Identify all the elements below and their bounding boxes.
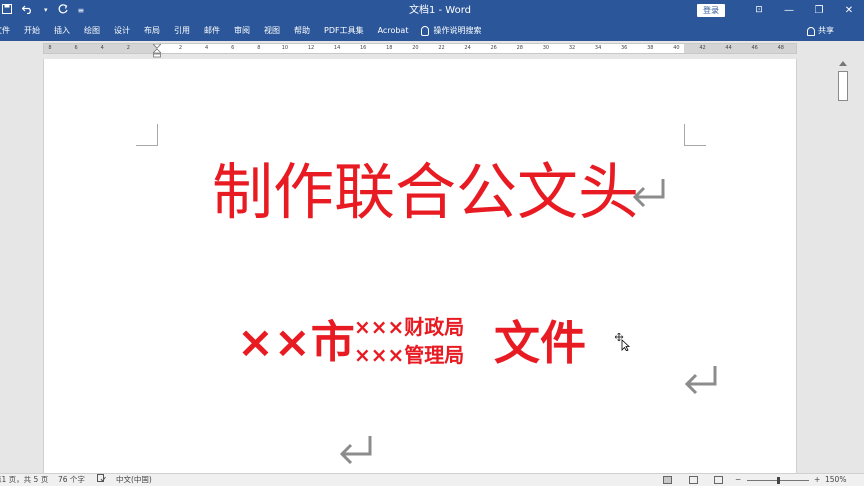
ruler-number: 14: [333, 45, 341, 51]
ribbon-display-options-icon[interactable]: ⊡: [744, 0, 774, 21]
tab-mailings[interactable]: 邮件: [197, 21, 227, 41]
minimize-icon[interactable]: —: [774, 0, 804, 21]
document-heading[interactable]: 制作联合公文头: [212, 157, 639, 229]
ruler-number: 8: [257, 45, 261, 51]
ruler-number: 18: [386, 45, 393, 51]
ruler-number: 28: [516, 45, 523, 51]
ruler-number: 44: [725, 45, 732, 51]
ruler-number: 30: [542, 45, 550, 51]
word-count[interactable]: 76 个字: [58, 474, 85, 486]
tab-draw[interactable]: 绘图: [77, 21, 107, 41]
zoom-out-button[interactable]: −: [735, 474, 741, 486]
ruler-number: 2: [126, 45, 130, 51]
masthead-doc-word: 文件: [494, 316, 586, 370]
ruler-number: 22: [438, 45, 445, 51]
ruler-number: 34: [594, 45, 602, 51]
ruler-number: 20: [412, 45, 419, 51]
ruler-number: 10: [281, 45, 289, 51]
language-indicator[interactable]: 中文(中国): [116, 474, 152, 486]
paragraph-mark-icon: [684, 366, 717, 394]
ruler-number: 4: [100, 45, 104, 51]
ribbon-tab-bar: 文件 开始 插入 绘图 设计 布局 引用 邮件 审阅 视图 帮助 PDF工具集 …: [0, 21, 864, 41]
ruler-number: 26: [490, 45, 497, 51]
save-icon[interactable]: [2, 0, 12, 21]
document-page[interactable]: 制作联合公文头 ××市 ×××财政局 ×××管理局 文件: [43, 59, 797, 473]
masthead-dept-bottom: ×××管理局: [354, 343, 465, 367]
tab-help[interactable]: 帮助: [287, 21, 317, 41]
tab-view[interactable]: 视图: [257, 21, 287, 41]
ruler-number: 24: [464, 45, 471, 51]
ribbon-tabs: 文件 开始 插入 绘图 设计 布局 引用 邮件 审阅 视图 帮助 PDF工具集 …: [0, 21, 488, 41]
page-margin-corner-top-left: [136, 124, 158, 146]
web-layout-icon[interactable]: [714, 476, 723, 484]
zoom-in-button[interactable]: +: [814, 474, 820, 486]
ruler-number: 32: [568, 45, 576, 51]
masthead-dept-top: ×××财政局: [354, 315, 465, 339]
quick-access-toolbar: ▾ ≡: [0, 0, 84, 21]
share-label: 共享: [818, 26, 834, 35]
person-icon: [807, 26, 815, 36]
tab-references[interactable]: 引用: [167, 21, 197, 41]
paragraph-mark-icon: [339, 436, 372, 464]
tell-me-label: 操作说明搜索: [433, 26, 482, 35]
ruler-number: 2: [178, 45, 183, 51]
scrollbar-thumb[interactable]: [838, 71, 848, 101]
proofing-icon[interactable]: [97, 474, 106, 486]
ruler-number: 38: [647, 45, 654, 51]
customize-qat-icon[interactable]: ≡: [78, 0, 85, 21]
title-bar: ▾ ≡ 文档1 - Word 登录 ⊡ — ❐ ✕: [0, 0, 864, 21]
tab-layout[interactable]: 布局: [137, 21, 167, 41]
paragraph-mark-icon: [632, 179, 665, 207]
window-controls: ⊡ — ❐ ✕: [744, 0, 864, 21]
print-layout-icon[interactable]: [689, 476, 698, 484]
login-button[interactable]: 登录: [697, 4, 725, 17]
ruler-number: 16: [360, 45, 367, 51]
tell-me-search[interactable]: 操作说明搜索: [415, 21, 488, 41]
move-cursor-icon: [615, 333, 631, 351]
ruler-number: 6: [74, 45, 78, 51]
status-bar: 第1 页，共 5 页 76 个字 中文(中国) − + 150%: [0, 473, 864, 486]
ruler-number: 42: [699, 45, 706, 51]
close-icon[interactable]: ✕: [834, 0, 864, 21]
scroll-up-icon[interactable]: [839, 61, 847, 66]
restore-icon[interactable]: ❐: [804, 0, 834, 21]
zoom-slider-thumb[interactable]: [777, 477, 780, 484]
lightbulb-icon: [421, 26, 430, 36]
ruler-number: 8: [48, 45, 52, 51]
ruler-number: 36: [621, 45, 628, 51]
page-count[interactable]: 第1 页，共 5 页: [0, 474, 48, 486]
vertical-scrollbar[interactable]: [836, 59, 850, 473]
masthead-city: ××市: [237, 317, 355, 368]
undo-icon[interactable]: [21, 0, 34, 21]
share-button[interactable]: 共享: [807, 21, 834, 41]
masthead-departments: ×××财政局 ×××管理局: [354, 313, 494, 369]
ruler-number: 6: [231, 45, 235, 51]
tab-file[interactable]: 文件: [0, 21, 17, 41]
tab-review[interactable]: 审阅: [227, 21, 257, 41]
tab-insert[interactable]: 插入: [47, 21, 77, 41]
page-margin-corner-top-right: [684, 124, 706, 146]
ruler-number: 12: [307, 45, 315, 51]
tab-design[interactable]: 设计: [107, 21, 137, 41]
ruler-number: 48: [777, 45, 784, 51]
zoom-level[interactable]: 150%: [825, 474, 846, 486]
undo-dropdown-icon[interactable]: ▾: [44, 0, 48, 21]
tab-pdf-tools[interactable]: PDF工具集: [317, 21, 371, 41]
tab-home[interactable]: 开始: [17, 21, 47, 41]
ruler-number: 4: [205, 45, 209, 51]
ruler-number: 46: [751, 45, 758, 51]
ruler-strip: 8 6 4 2 2 4 6 8 10 12 14 16 18 20 22 24 26 28 30 32 34 36 38 40…: [0, 41, 864, 56]
ruler-number: 40: [673, 45, 680, 51]
document-title: 文档1 - Word: [408, 5, 472, 16]
read-mode-icon[interactable]: [663, 476, 672, 484]
indent-marker-icon[interactable]: [153, 44, 161, 58]
tab-acrobat[interactable]: Acrobat: [371, 21, 416, 41]
redo-icon[interactable]: [58, 0, 68, 21]
